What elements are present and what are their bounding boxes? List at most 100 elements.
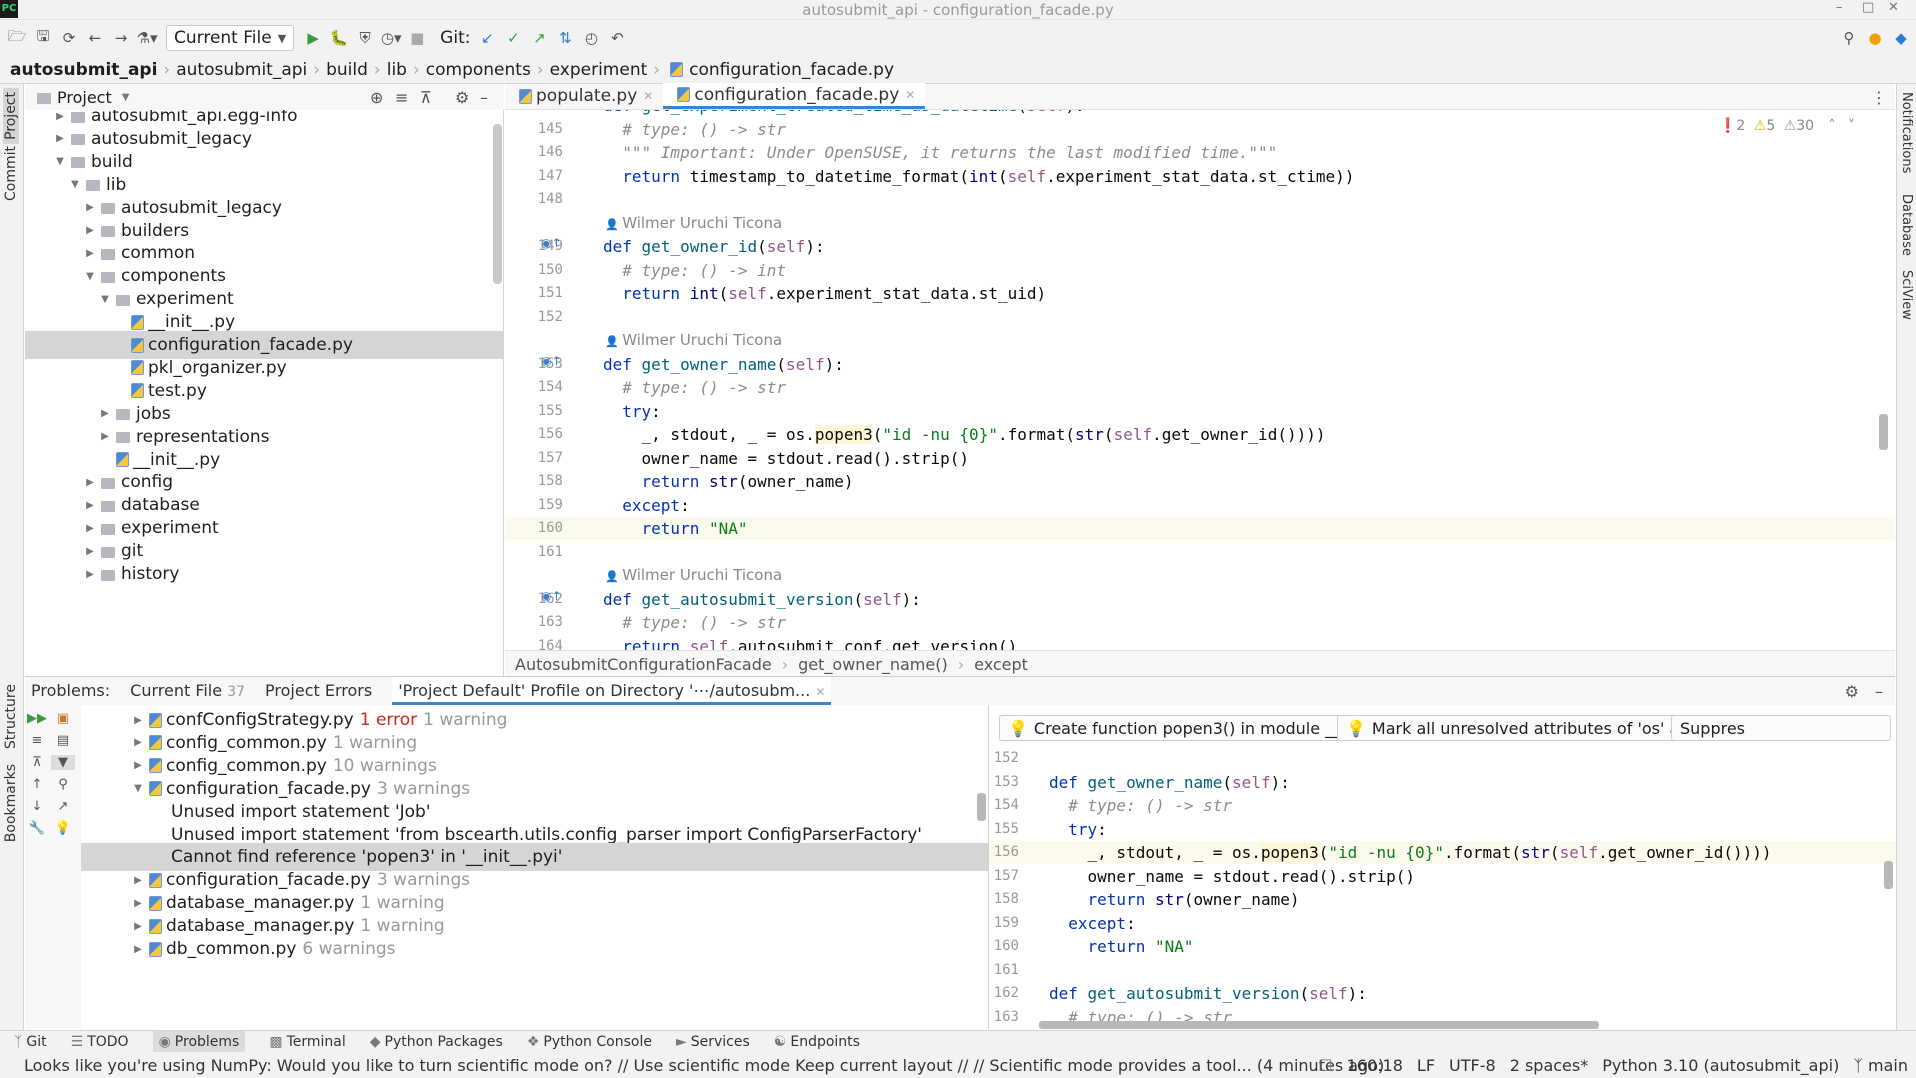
line-number[interactable]: 162 [989,985,1019,1001]
line-number[interactable]: 156 [505,426,563,442]
line-number[interactable]: 154 [505,379,563,395]
file-encoding[interactable]: UTF-8 [1449,1056,1496,1075]
tree-folder-item[interactable]: ▶ history [25,560,504,588]
line-number[interactable]: 155 [505,403,563,419]
line-number[interactable]: 163 [505,614,563,630]
problems-scrollbar[interactable] [977,793,986,821]
run-inspection-icon[interactable]: ▶▶ [25,711,49,726]
close-tab-icon[interactable]: ✕ [815,685,825,699]
line-number[interactable]: 150 [505,262,563,278]
stop-icon[interactable]: ■ [404,29,430,47]
open-folder-icon[interactable]: 🗁 [4,26,30,51]
more-tabs-icon[interactable]: ⋮ [1871,88,1887,107]
chevron-right-icon[interactable]: ▶ [98,408,112,419]
breadcrumb-item[interactable]: configuration_facade.py [689,60,894,80]
line-number[interactable]: 158 [989,891,1019,907]
chevron-right-icon[interactable]: ▶ [131,921,145,932]
run-icon[interactable]: ▶ [300,29,326,47]
run-config-select[interactable]: Current File ▼ [166,25,295,51]
next-icon[interactable]: ↓ [25,799,49,814]
chevron-right-icon[interactable]: ▶ [131,760,145,771]
chevron-down-icon[interactable]: ▼ [98,294,112,305]
tool-services[interactable]: ► Services [676,1034,750,1050]
chevron-right-icon[interactable]: ▶ [83,523,97,534]
tool-python-console[interactable]: ❖ Python Console [527,1034,652,1050]
sciview-tool-button[interactable]: SciView [1899,270,1914,320]
update-icon[interactable]: ● [1862,29,1888,47]
caret-position[interactable]: 160:18 [1347,1056,1403,1075]
group-icon[interactable]: ▤ [51,733,75,748]
tool-git[interactable]: ᛉ Git [14,1034,47,1050]
code-author-annotation[interactable]: 👤 Wilmer Uruchi Ticona [605,212,782,235]
tab-configuration-facade[interactable]: configuration_facade.py ✕ [663,83,926,109]
locate-icon[interactable]: ⊕ [370,88,383,107]
chevron-right-icon[interactable]: ▶ [83,202,97,213]
sync-status-icon[interactable]: ☐ [1318,1056,1332,1075]
tab-populate[interactable]: populate.py ✕ [505,83,663,109]
code-breadcrumb-block[interactable]: except [974,655,1028,674]
chevron-down-icon[interactable]: ▼ [53,156,67,167]
pin-icon[interactable]: ⚲ [51,777,75,792]
line-number[interactable]: 145 [505,121,563,137]
chevron-right-icon[interactable]: ▶ [131,737,145,748]
problem-file-item[interactable]: ▶ db_common.py 6 warnings [81,935,988,963]
override-marker-icon[interactable]: ◉↑ [541,589,562,603]
gear-icon[interactable]: ⚙ [1845,682,1859,701]
stop-inspection-icon[interactable]: ▣ [51,711,75,726]
previous-icon[interactable]: ↑ [25,777,49,792]
breadcrumb-item[interactable]: lib [387,60,407,80]
maximize-icon[interactable]: □ [1862,0,1874,15]
code-author-annotation[interactable]: 👤 Wilmer Uruchi Ticona [605,564,782,587]
chevron-right-icon[interactable]: ▶ [131,715,145,726]
minimize-icon[interactable]: – [1836,0,1843,15]
line-number[interactable]: 144 [505,110,563,113]
code-breadcrumb-class[interactable]: AutosubmitConfigurationFacade [515,655,772,674]
back-icon[interactable]: ← [82,29,108,47]
close-tab-icon[interactable]: ✕ [643,89,653,103]
override-marker-icon[interactable]: ◉↑ [541,354,562,368]
expand-all-icon[interactable]: ≡ [395,88,408,107]
bulb-icon[interactable]: 💡 [51,821,75,836]
code-author-annotation[interactable]: 👤 Wilmer Uruchi Ticona [605,329,782,352]
line-number[interactable]: 159 [505,497,563,513]
structure-tool-button[interactable]: Structure [3,684,19,749]
tool-todo[interactable]: ☰ TODO [71,1034,129,1050]
git-rollback-icon[interactable]: ↶ [604,29,630,47]
collapse-all-icon[interactable]: ⊼ [25,755,49,770]
line-number[interactable]: 164 [505,638,563,651]
override-marker-icon[interactable]: ◉↑ [541,236,562,250]
add-config-icon[interactable]: ⚗▾ [134,29,160,47]
chevron-down-icon[interactable]: ▼ [122,92,130,103]
git-push-icon[interactable]: ↗ [526,29,552,47]
chevron-right-icon[interactable]: ▶ [83,546,97,557]
breadcrumb-item[interactable]: components [426,60,531,80]
line-number[interactable]: 152 [505,309,563,325]
code-breadcrumb-method[interactable]: get_owner_name() [798,655,948,674]
breadcrumb-item[interactable]: experiment [550,60,648,80]
line-number[interactable]: 153 [989,774,1019,790]
tool-python-packages[interactable]: ◆ Python Packages [370,1034,503,1050]
preview-code[interactable]: 152 153 def get_owner_name(self): 154 # typ… [989,751,1896,1029]
commit-tool-button[interactable]: Commit [3,146,19,201]
breadcrumb-item[interactable]: autosubmit_api [10,60,157,80]
bookmarks-tool-button[interactable]: Bookmarks [3,764,19,842]
git-fetch-icon[interactable]: ⇅ [552,29,578,47]
chevron-right-icon[interactable]: ▶ [83,500,97,511]
preview-vscrollbar[interactable] [1884,861,1893,889]
close-icon[interactable]: ✕ [1888,0,1899,15]
line-number[interactable]: 157 [989,868,1019,884]
chevron-right-icon[interactable]: ▶ [83,225,97,236]
collapse-all-icon[interactable]: ⊼ [420,88,432,107]
git-commit-icon[interactable]: ✓ [500,29,526,47]
tool-problems[interactable]: ◉ Problems [152,1030,246,1053]
project-scrollbar[interactable] [493,124,502,284]
tool-terminal[interactable]: ▩ Terminal [269,1034,345,1050]
line-number[interactable]: 159 [989,915,1019,931]
code-area[interactable]: 144 def get_experiment_created_time_as_da… [505,110,1895,650]
chevron-right-icon[interactable]: ▶ [131,875,145,886]
preview-hscrollbar[interactable] [1039,1021,1599,1029]
line-number[interactable]: 160 [989,938,1019,954]
chevron-right-icon[interactable]: ▶ [131,898,145,909]
chevron-right-icon[interactable]: ▶ [53,133,67,144]
line-number[interactable]: 151 [505,285,563,301]
